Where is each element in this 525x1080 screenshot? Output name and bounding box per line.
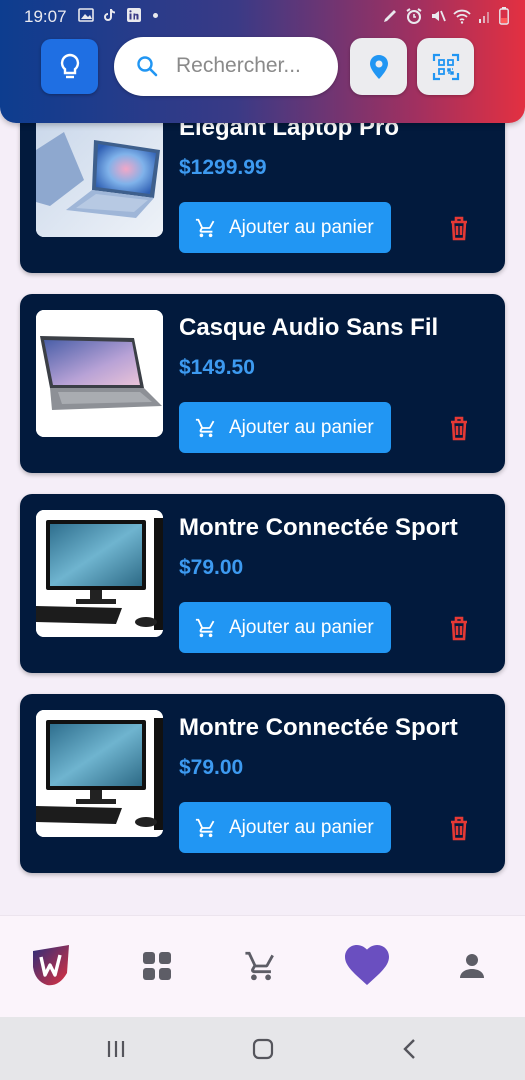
location-pin-icon (369, 54, 388, 79)
cart-icon (195, 218, 215, 237)
alarm-icon (406, 8, 422, 24)
back-button[interactable] (395, 1035, 425, 1063)
search-icon (137, 56, 158, 77)
signal-icon (479, 12, 489, 23)
location-button[interactable] (350, 38, 407, 95)
heart-icon (345, 945, 389, 985)
add-to-cart-button[interactable]: Ajouter au panier (179, 802, 391, 853)
pen-icon (384, 10, 396, 22)
qr-scan-button[interactable] (417, 38, 474, 95)
bottom-navigation (0, 915, 525, 1017)
cart-icon (195, 818, 215, 837)
home-button[interactable] (248, 1035, 278, 1063)
system-navigation-bar (0, 1017, 525, 1080)
nav-cart[interactable] (231, 936, 291, 996)
product-price: $149.50 (179, 356, 255, 379)
grid-icon (143, 952, 171, 980)
nav-categories[interactable] (127, 936, 187, 996)
cart-icon (195, 418, 215, 437)
cart-icon (245, 951, 274, 981)
linkedin-icon (127, 8, 141, 22)
add-to-cart-label: Ajouter au panier (229, 416, 374, 438)
nav-profile[interactable] (442, 936, 502, 996)
product-title: Casque Audio Sans Fil (179, 314, 439, 341)
back-icon (403, 1039, 415, 1059)
add-to-cart-button[interactable]: Ajouter au panier (179, 602, 391, 653)
nav-home-logo[interactable] (22, 936, 82, 996)
search-input[interactable] (176, 49, 326, 83)
qr-scan-icon (432, 53, 459, 80)
add-to-cart-label: Ajouter au panier (229, 216, 374, 238)
delete-button[interactable] (447, 214, 471, 242)
product-image-laptop (36, 310, 163, 437)
add-to-cart-button[interactable]: Ajouter au panier (179, 402, 391, 453)
trash-icon (451, 616, 467, 641)
app-header: 19:07 (0, 0, 525, 123)
trash-icon (451, 816, 467, 841)
mute-icon (432, 10, 446, 22)
trash-icon (451, 216, 467, 241)
nav-favorites[interactable] (337, 936, 397, 996)
add-to-cart-label: Ajouter au panier (229, 816, 374, 838)
delete-button[interactable] (447, 614, 471, 642)
status-notification-icons (78, 8, 158, 22)
battery-icon (499, 7, 509, 25)
dot-icon (153, 12, 158, 18)
product-image-laptop (36, 110, 163, 237)
tiktok-icon (104, 8, 116, 21)
status-bar: 19:07 (0, 0, 525, 32)
recents-button[interactable] (101, 1035, 131, 1063)
product-card[interactable]: Casque Audio Sans Fil $149.50 Ajouter au… (20, 294, 505, 473)
trash-icon (451, 416, 467, 441)
search-bar[interactable] (114, 37, 338, 96)
product-card[interactable]: Montre Connectée Sport $79.00 Ajouter au… (20, 694, 505, 873)
product-card[interactable]: Montre Connectée Sport $79.00 Ajouter au… (20, 494, 505, 673)
product-title: Montre Connectée Sport (179, 514, 458, 541)
logo-icon (33, 945, 69, 986)
product-price: $79.00 (179, 756, 244, 779)
product-title: Montre Connectée Sport (179, 714, 458, 741)
status-time: 19:07 (24, 7, 67, 26)
product-price: $79.00 (179, 556, 244, 579)
product-image-monitor (36, 710, 163, 837)
delete-button[interactable] (447, 814, 471, 842)
person-icon (460, 954, 484, 978)
delete-button[interactable] (447, 414, 471, 442)
product-price: $1299.99 (179, 156, 267, 179)
recents-icon (107, 1041, 125, 1057)
ideas-button[interactable] (41, 39, 98, 94)
add-to-cart-button[interactable]: Ajouter au panier (179, 202, 391, 253)
wifi-icon (453, 9, 471, 24)
add-to-cart-label: Ajouter au panier (229, 616, 374, 638)
status-system-icons (382, 7, 509, 25)
lightbulb-icon (60, 53, 79, 78)
product-image-monitor (36, 510, 163, 637)
image-icon (78, 8, 94, 22)
home-icon (252, 1038, 274, 1060)
cart-icon (195, 618, 215, 637)
